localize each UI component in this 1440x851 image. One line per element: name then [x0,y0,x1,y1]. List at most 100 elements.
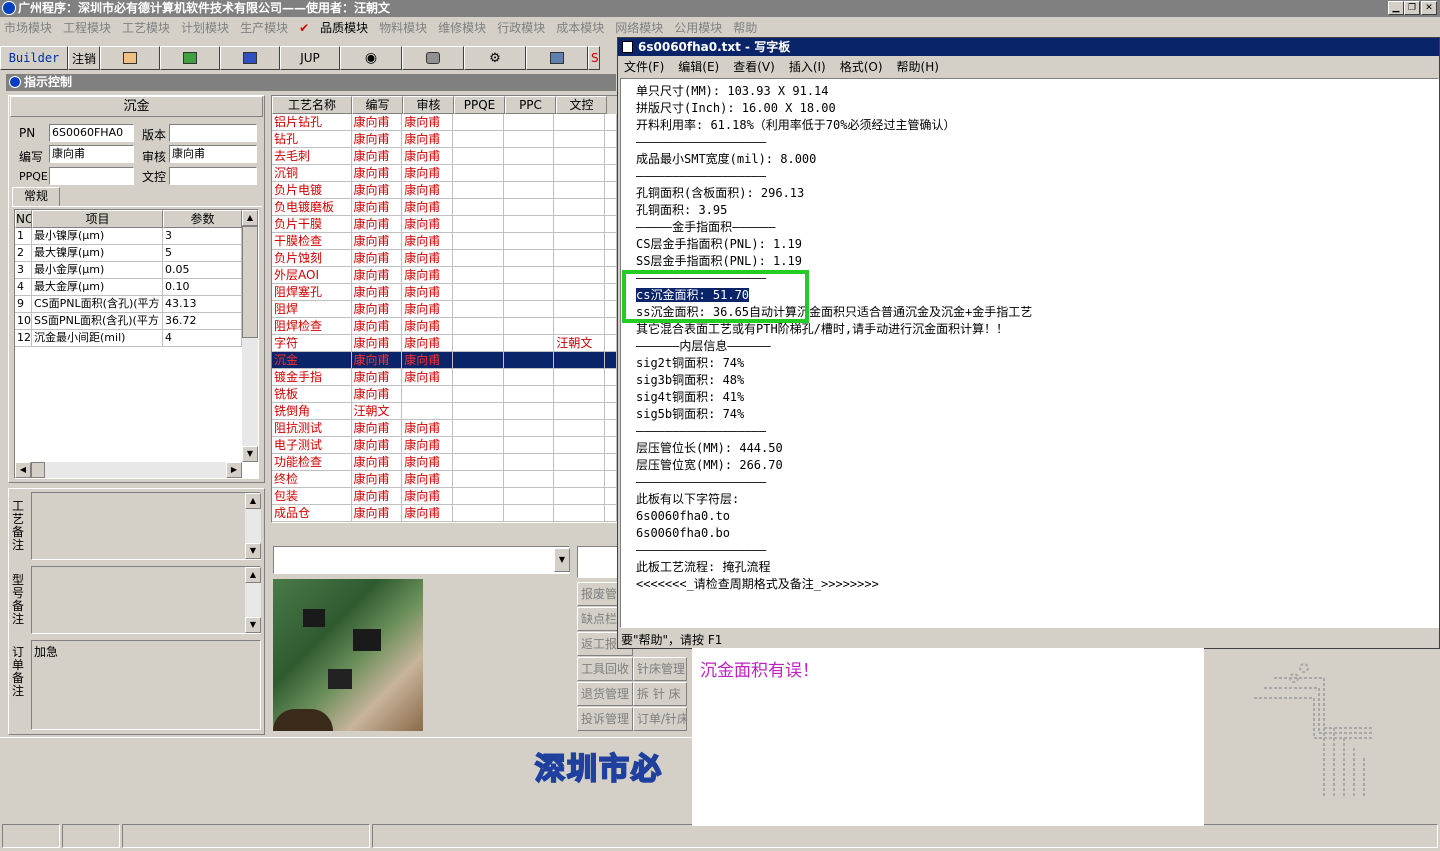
tab-general[interactable]: 常规 [12,187,60,206]
version-field[interactable] [169,124,257,142]
menu-item-3[interactable]: 计划模块 [181,19,229,36]
wordpad-window: 6s0060fha0.txt - 写字板 文件(F) 编辑(E) 查看(V) 插入(I… [617,37,1440,649]
order-note-field[interactable]: 加急 [31,640,261,730]
table-row[interactable]: 阻焊检查 康向甫 康向甫 [272,318,617,335]
process-combo[interactable] [273,546,570,574]
table-row[interactable]: 成品仓 康向甫 康向甫 [272,505,617,522]
table-row[interactable]: 负电镀磨板 康向甫 康向甫 [272,199,617,216]
side-button[interactable]: 投诉管理 [577,707,633,731]
menu-item-6[interactable]: 物料模块 [379,19,427,36]
model-note-field[interactable] [31,566,261,634]
logout-button[interactable]: 注销 [68,46,100,70]
table-row[interactable]: 外层AOI 康向甫 康向甫 [272,267,617,284]
scroll-up-icon[interactable]: ▲ [245,493,261,509]
side-button[interactable]: 订单/针床 [633,707,687,731]
side-field[interactable] [577,546,619,578]
menu-item-12[interactable]: 帮助 [733,19,757,36]
scroll-up-icon[interactable]: ▲ [242,210,258,226]
table-row[interactable]: 镀金手指 康向甫 康向甫 [272,369,617,386]
wordpad-menu-item[interactable]: 查看(V) [733,58,775,75]
table-row[interactable]: 1 最小镍厚(μm) 3 [15,228,258,245]
menu-item-11[interactable]: 公用模块 [674,19,722,36]
cell-w: 康向甫 [351,488,403,505]
menu-item-4[interactable]: 生产模块 [240,19,288,36]
minimize-button[interactable]: ▁ [1388,1,1404,15]
ppqe-field[interactable] [49,167,134,185]
menu-item-1[interactable]: 工程模块 [63,19,111,36]
table-row[interactable]: 功能检查 康向甫 康向甫 [272,454,617,471]
table-row[interactable]: 铝片钻孔 康向甫 康向甫 [272,114,617,131]
params-hscrollbar[interactable]: ◀ ▶ [15,462,242,478]
table-row[interactable]: 2 最大镍厚(μm) 5 [15,245,258,262]
wordpad-menu-item[interactable]: 帮助(H) [897,58,939,75]
side-button[interactable]: 拆 针 床 [633,682,687,706]
scroll-left-icon[interactable]: ◀ [15,462,31,478]
wordpad-menu-item[interactable]: 格式(O) [840,58,883,75]
table-row[interactable]: 沉金 康向甫 康向甫 [272,352,617,369]
menu-item-5[interactable]: ✔ 品质模块 [299,19,368,36]
side-button[interactable]: 退货管理 [577,682,633,706]
table-row[interactable]: 阻焊 康向甫 康向甫 [272,301,617,318]
scroll-down-icon[interactable]: ▼ [245,543,261,559]
table-row[interactable]: 负片干膜 康向甫 康向甫 [272,216,617,233]
doc-control-field[interactable] [169,167,257,185]
table-row[interactable]: 4 最大金厚(μm) 0.10 [15,279,258,296]
excel-button[interactable] [160,46,220,70]
params-scrollbar[interactable]: ▲ ▼ [242,210,258,462]
close-button[interactable]: ✕ [1421,1,1437,15]
table-row[interactable]: 铣倒角 汪朝文 [272,403,617,420]
table-row[interactable]: 12 沉金最小间距(mil) 4 [15,330,258,347]
table-row[interactable]: 去毛刺 康向甫 康向甫 [272,148,617,165]
model-note-scrollbar[interactable]: ▲ ▼ [245,567,261,633]
scroll-down-icon[interactable]: ▼ [242,446,258,462]
menu-item-7[interactable]: 维修模块 [438,19,486,36]
menu-item-8[interactable]: 行政模块 [497,19,545,36]
table-row[interactable]: 铣板 康向甫 [272,386,617,403]
table-row[interactable]: 负片电镀 康向甫 康向甫 [272,182,617,199]
restore-button[interactable]: ❐ [1404,1,1420,15]
scroll-thumb[interactable] [242,226,258,338]
reviewer-field[interactable]: 康向甫 [169,145,257,163]
menu-item-0[interactable]: 市场模块 [4,19,52,36]
menu-item-9[interactable]: 成本模块 [556,19,604,36]
database-button[interactable] [402,46,464,70]
table-row[interactable]: 终检 康向甫 康向甫 [272,471,617,488]
view-button[interactable]: ◉ [340,46,402,70]
computer-button[interactable] [526,46,588,70]
process-note-scrollbar[interactable]: ▲ ▼ [245,493,261,559]
chevron-down-icon[interactable]: ▼ [554,548,570,572]
table-row[interactable]: 钻孔 康向甫 康向甫 [272,131,617,148]
table-row[interactable]: 沉铜 康向甫 康向甫 [272,165,617,182]
scroll-down-icon[interactable]: ▼ [245,617,261,633]
side-button[interactable]: 针床管理 [633,657,687,681]
table-row[interactable]: 电子测试 康向甫 康向甫 [272,437,617,454]
side-button[interactable]: 工具回收 [577,657,633,681]
wordpad-menu-item[interactable]: 文件(F) [624,58,664,75]
menu-item-10[interactable]: 网络模块 [615,19,663,36]
scroll-up-icon[interactable]: ▲ [245,567,261,583]
table-row[interactable]: 负片蚀刻 康向甫 康向甫 [272,250,617,267]
menu-item-2[interactable]: 工艺模块 [122,19,170,36]
report-button[interactable] [100,46,160,70]
table-row[interactable]: 9 CS面PNL面积(含孔)(平方 43.13 [15,296,258,313]
scroll-right-icon[interactable]: ▶ [226,462,242,478]
jup-button[interactable]: JUP [280,46,340,70]
table-row[interactable]: 3 最小金厚(μm) 0.05 [15,262,258,279]
table-row[interactable]: 干膜检查 康向甫 康向甫 [272,233,617,250]
table-row[interactable]: 字符 康向甫 康向甫 汪朝文 [272,335,617,352]
builder-button[interactable]: Builder [0,46,68,70]
table-row[interactable]: 包装 康向甫 康向甫 [272,488,617,505]
writer-field[interactable]: 康向甫 [49,145,134,163]
table-row[interactable]: 10 SS面PNL面积(含孔)(平方 36.72 [15,313,258,330]
wordpad-menu-item[interactable]: 插入(I) [789,58,826,75]
s-button[interactable]: S [588,46,600,70]
pn-field[interactable]: 6S0060FHA0 [49,124,134,142]
table-row[interactable]: 阻焊塞孔 康向甫 康向甫 [272,284,617,301]
tools-button[interactable]: ⚙ [464,46,526,70]
wordpad-menu-item[interactable]: 编辑(E) [678,58,719,75]
hscroll-thumb[interactable] [31,462,45,478]
word-button[interactable] [220,46,280,70]
process-note-field[interactable] [31,492,261,560]
table-row[interactable]: 阻抗测试 康向甫 康向甫 [272,420,617,437]
wordpad-document[interactable]: 单只尺寸(MM): 103.93 X 91.14 拼版尺寸(Inch): 16.0… [620,78,1439,628]
